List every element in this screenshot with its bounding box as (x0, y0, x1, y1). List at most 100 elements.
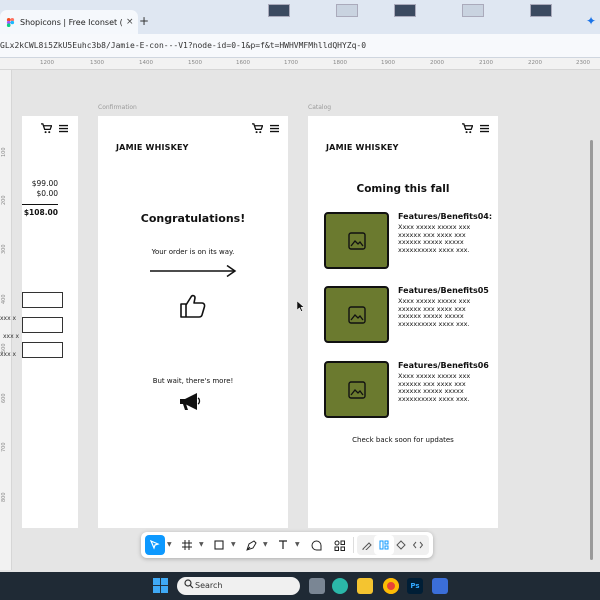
cart-icon[interactable] (252, 123, 263, 134)
canvas-scrollbar[interactable] (590, 140, 593, 560)
windows-start-icon[interactable] (153, 578, 168, 593)
task-view-icon[interactable] (309, 578, 325, 594)
frame-icon (182, 540, 192, 550)
image-placeholder-icon (347, 231, 366, 250)
menu-icon[interactable] (59, 124, 68, 133)
tab-title: Shopicons | Free Iconset (Com (20, 17, 122, 27)
pen-tool-button[interactable] (241, 535, 261, 555)
tab-close-icon[interactable]: × (126, 17, 134, 27)
field-text: xxx x (3, 333, 20, 340)
form-field[interactable] (22, 292, 63, 308)
edge-browser-icon[interactable] (332, 578, 348, 594)
product-title: Features/Benefits06 (398, 361, 489, 370)
ruler-tick: 1900 (381, 60, 395, 66)
product-card[interactable]: Features/Benefits06 Xxxx xxxxx xxxxx xxx… (324, 361, 492, 419)
ruler-tick: 1400 (139, 60, 153, 66)
mouse-cursor-icon (297, 301, 305, 312)
rectangle-icon (214, 540, 224, 550)
product-card[interactable]: Features/Benefits05 Xxxx xxxxx xxxxx xxx… (324, 286, 492, 344)
mode-switcher (357, 535, 429, 555)
catalog-footer: Check back soon for updates (352, 436, 454, 444)
cart-icon[interactable] (41, 123, 52, 134)
actions-button[interactable] (329, 535, 349, 555)
text-icon (279, 540, 287, 549)
comment-icon (311, 539, 321, 550)
dev-mode-button[interactable] (408, 535, 428, 555)
ruler-tick: 100 (1, 147, 7, 157)
confirmation-message: Your order is on its way. (151, 248, 235, 256)
code-icon (413, 541, 423, 549)
design-icon (379, 540, 389, 550)
price-total: $108.00 (23, 208, 58, 217)
browser-tab[interactable]: Shopicons | Free Iconset (Com × (0, 10, 138, 34)
windows-taskbar (0, 572, 600, 600)
diamond-icon (396, 540, 406, 550)
cart-icon[interactable] (462, 123, 473, 134)
window-thumbnail[interactable] (462, 4, 484, 17)
sparkle-icon[interactable]: ✦ (586, 14, 596, 28)
product-card[interactable]: Features/Benefits04: Xxxx xxxxx xxxxx xx… (324, 212, 492, 270)
ruler-tick: 1800 (333, 60, 347, 66)
window-thumbnail[interactable] (268, 4, 290, 17)
taskbar-search-input[interactable]: Search (177, 577, 300, 595)
chevron-down-icon[interactable]: ▼ (167, 541, 172, 548)
draw-icon (362, 542, 372, 550)
ruler-tick: 800 (1, 492, 7, 502)
move-tool-button[interactable] (145, 535, 165, 555)
search-icon (184, 579, 194, 589)
text-tool-button[interactable] (273, 535, 293, 555)
image-placeholder-icon (347, 305, 366, 324)
brand-name: JAMIE WHISKEY (326, 143, 399, 152)
frame-label-catalog[interactable]: Catalog (308, 104, 331, 111)
chevron-down-icon[interactable]: ▼ (231, 541, 236, 548)
frame-confirmation[interactable]: JAMIE WHISKEY Congratulations! Your orde… (98, 116, 288, 528)
frame-label-confirmation[interactable]: Confirmation (98, 104, 137, 111)
ruler-horizontal: 1200 1300 1400 1500 1600 1700 1800 1900 … (0, 58, 600, 70)
window-thumbnail[interactable] (530, 4, 552, 17)
menu-icon[interactable] (480, 124, 489, 133)
address-bar[interactable]: GLx2kCWL8i5ZkU5Euhc3b8/Jamie-E-con---V1?… (0, 34, 600, 58)
price-subtotal: $99.00 (31, 179, 58, 188)
frame-cart-partial[interactable]: $99.00 $0.00 $108.00 (22, 116, 78, 528)
megaphone-icon (180, 393, 201, 410)
comment-tool-button[interactable] (306, 535, 326, 555)
pointer-icon (150, 540, 160, 550)
chevron-down-icon[interactable]: ▼ (263, 541, 268, 548)
shape-tool-button[interactable] (209, 535, 229, 555)
product-description: Xxxx xxxxx xxxxx xxx xxxxxx xxx xxxx xxx… (398, 297, 471, 328)
form-field[interactable] (22, 317, 63, 333)
file-explorer-icon[interactable] (357, 578, 373, 594)
product-title: Features/Benefits05 (398, 286, 489, 295)
chrome-browser-icon[interactable] (383, 578, 399, 594)
thumbs-up-icon (180, 294, 206, 318)
ruler-tick: 2000 (430, 60, 444, 66)
toolbar-divider (353, 537, 354, 553)
product-image (324, 361, 389, 418)
calculator-icon[interactable] (432, 578, 448, 594)
product-image (324, 212, 389, 269)
catalog-heading: Coming this fall (356, 183, 450, 195)
ruler-tick: 200 (1, 195, 7, 205)
photoshop-icon[interactable]: Ps (407, 578, 423, 594)
window-thumbnail[interactable] (394, 4, 416, 17)
figma-toolbar: ▼ ▼ ▼ ▼ ▼ (141, 532, 433, 558)
chevron-down-icon[interactable]: ▼ (199, 541, 204, 548)
form-field[interactable] (22, 342, 63, 358)
frame-tool-button[interactable] (177, 535, 197, 555)
browser-tab-bar: Shopicons | Free Iconset (Com × + ✦ (0, 0, 600, 34)
chevron-down-icon[interactable]: ▼ (295, 541, 300, 548)
menu-icon[interactable] (270, 124, 279, 133)
new-tab-button[interactable]: + (139, 14, 149, 28)
product-title: Features/Benefits04: (398, 212, 493, 221)
ruler-tick: 1200 (40, 60, 54, 66)
ruler-tick: 1700 (284, 60, 298, 66)
image-placeholder-icon (347, 380, 366, 399)
window-thumbnail[interactable] (336, 4, 358, 17)
confirmation-heading: Congratulations! (140, 212, 246, 225)
brand-name: JAMIE WHISKEY (116, 143, 189, 152)
ruler-tick: 400 (1, 294, 7, 304)
field-text: xxx x (0, 315, 17, 322)
frame-catalog[interactable]: JAMIE WHISKEY Coming this fall Features/… (308, 116, 498, 528)
ruler-tick: 1600 (236, 60, 250, 66)
product-description: Xxxx xxxxx xxxxx xxx xxxxxx xxx xxxx xxx… (398, 223, 471, 254)
